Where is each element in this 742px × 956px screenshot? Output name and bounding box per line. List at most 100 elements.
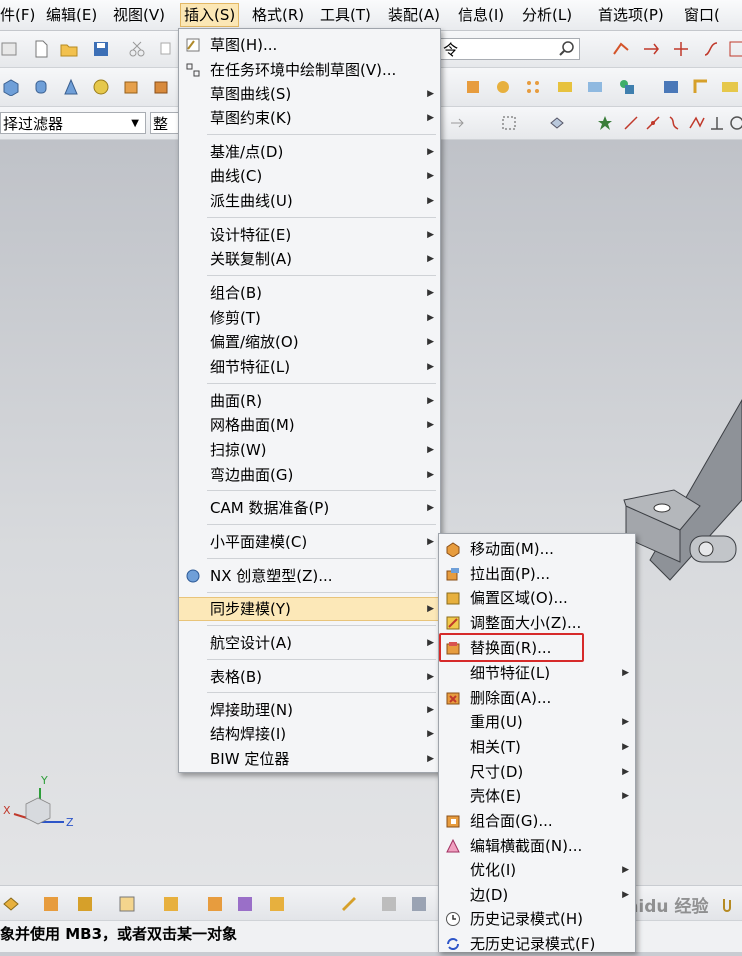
cone-icon[interactable]	[62, 78, 80, 96]
sync-item-move-face[interactable]: 移动面(M)...	[439, 537, 635, 561]
sync-item-shell[interactable]: 壳体(E) ▶	[439, 784, 635, 808]
sync-item-offset-region[interactable]: 偏置区域(O)...	[439, 586, 635, 610]
copy-icon[interactable]	[158, 40, 176, 58]
insert-menu-item-sketch-curve[interactable]: 草图曲线(S) ▶	[179, 82, 440, 106]
mirror-icon[interactable]	[556, 78, 574, 96]
insert-menu-item-synchronous-modeling[interactable]: 同步建模(Y) ▶	[179, 597, 440, 621]
insert-menu-item-facet-modeling[interactable]: 小平面建模(C) ▶	[179, 530, 440, 554]
boolean-icon[interactable]	[42, 895, 60, 913]
menu-tools[interactable]: 工具(T)	[320, 5, 371, 25]
insert-menu-item-biw-locator[interactable]: BIW 定位器 ▶	[179, 747, 440, 771]
snap-point-icon[interactable]	[596, 114, 614, 132]
menu-analysis[interactable]: 分析(L)	[522, 5, 572, 25]
selection-filter-select[interactable]: 择过滤器 ▼	[0, 112, 146, 134]
insert-menu-item-mesh-surface[interactable]: 网格曲面(M) ▶	[179, 413, 440, 437]
layer-icon[interactable]	[236, 895, 254, 913]
insert-menu-item-table[interactable]: 表格(B) ▶	[179, 665, 440, 689]
block-icon[interactable]	[2, 78, 20, 96]
insert-menu-item-aerospace-design[interactable]: 航空设计(A) ▶	[179, 631, 440, 655]
analysis-icon[interactable]	[380, 895, 398, 913]
sync-item-edit-cross-section[interactable]: 编辑横截面(N)...	[439, 834, 635, 858]
tube-icon[interactable]	[122, 78, 140, 96]
shape-icon[interactable]	[618, 78, 636, 96]
save-icon[interactable]	[92, 40, 110, 58]
insert-menu-item-structure-weld[interactable]: 结构焊接(I) ▶	[179, 722, 440, 746]
report-icon[interactable]	[410, 895, 428, 913]
curve-icon[interactable]	[642, 40, 660, 58]
insert-menu-item-detail-feature[interactable]: 细节特征(L) ▶	[179, 355, 440, 379]
pattern-icon[interactable]	[464, 78, 482, 96]
sync-item-dimension[interactable]: 尺寸(D) ▶	[439, 760, 635, 784]
menu-file[interactable]: 件(F)	[0, 5, 35, 25]
midpoint-icon[interactable]	[644, 114, 662, 132]
sync-item-reuse[interactable]: 重用(U) ▶	[439, 710, 635, 734]
menu-assembly[interactable]: 装配(A)	[388, 5, 440, 25]
endpoint-icon[interactable]	[622, 114, 640, 132]
fit-icon[interactable]	[728, 40, 742, 58]
insert-menu-item-offset-scale[interactable]: 偏置/缩放(O) ▶	[179, 330, 440, 354]
sphere-icon[interactable]	[92, 78, 110, 96]
sync-item-optimize[interactable]: 优化(I) ▶	[439, 858, 635, 882]
insert-menu-item-sweep[interactable]: 扫掠(W) ▶	[179, 438, 440, 462]
insert-menu-item-sketch-constraint[interactable]: 草图约束(K) ▶	[179, 106, 440, 130]
assembly-scope-select[interactable]: 整	[150, 112, 180, 134]
open-folder-icon[interactable]	[60, 40, 78, 58]
insert-menu-item-datum-point[interactable]: 基准/点(D) ▶	[179, 140, 440, 164]
insert-menu-item-trim[interactable]: 修剪(T) ▶	[179, 306, 440, 330]
insert-menu-item-combine[interactable]: 组合(B) ▶	[179, 281, 440, 305]
insert-menu-item-flange-surface[interactable]: 弯边曲面(G) ▶	[179, 463, 440, 487]
insert-menu-item-associative-copy[interactable]: 关联复制(A) ▶	[179, 247, 440, 271]
measure-icon[interactable]	[340, 895, 358, 913]
start-icon[interactable]	[0, 40, 18, 58]
menu-insert[interactable]: 插入(S)	[180, 3, 240, 27]
select-arrow-icon[interactable]	[448, 114, 466, 132]
extrude-icon[interactable]	[152, 78, 170, 96]
shading-icon[interactable]	[76, 895, 94, 913]
sync-item-group-face[interactable]: 组合面(G)...	[439, 809, 635, 833]
insert-menu-item-cam-data-prep[interactable]: CAM 数据准备(P) ▶	[179, 496, 440, 520]
sync-item-history-free-mode[interactable]: 无历史记录模式(F)	[439, 932, 635, 956]
menu-information[interactable]: 信息(I)	[458, 5, 504, 25]
perpendicular-icon[interactable]	[708, 114, 726, 132]
sync-item-pull-face[interactable]: 拉出面(P)...	[439, 562, 635, 586]
insert-menu-item-nx-realize-shape[interactable]: NX 创意塑型(Z)...	[179, 564, 440, 588]
hide-icon[interactable]	[206, 895, 224, 913]
menu-view[interactable]: 视图(V)	[113, 5, 165, 25]
search-icon[interactable]	[558, 40, 576, 58]
menu-format[interactable]: 格式(R)	[252, 5, 304, 25]
menu-preferences[interactable]: 首选项(P)	[598, 5, 664, 25]
intersection-icon[interactable]	[688, 114, 706, 132]
insert-menu-item-weld-assistant[interactable]: 焊接助理(N) ▶	[179, 698, 440, 722]
sheet-icon[interactable]	[692, 78, 710, 96]
wireframe-icon[interactable]	[118, 895, 136, 913]
insert-menu-item-sketch[interactable]: 草图(H)...	[179, 33, 440, 57]
book-icon[interactable]	[662, 78, 680, 96]
tangent-icon[interactable]	[666, 114, 684, 132]
rectangle-select-icon[interactable]	[500, 114, 518, 132]
clip-icon[interactable]	[718, 895, 736, 913]
cut-icon[interactable]	[128, 40, 146, 58]
menu-window[interactable]: 窗口(	[684, 5, 720, 25]
array-icon[interactable]	[524, 78, 542, 96]
sync-item-relate[interactable]: 相关(T) ▶	[439, 735, 635, 759]
sync-item-edge[interactable]: 边(D) ▶	[439, 883, 635, 907]
panel-icon[interactable]	[720, 78, 738, 96]
display-icon[interactable]	[268, 895, 286, 913]
insert-menu-item-derived-curve[interactable]: 派生曲线(U) ▶	[179, 189, 440, 213]
new-file-icon[interactable]	[32, 40, 50, 58]
cross-point-icon[interactable]	[672, 40, 690, 58]
view-icon[interactable]	[2, 895, 20, 913]
menu-edit[interactable]: 编辑(E)	[46, 5, 97, 25]
snap-icon[interactable]	[612, 40, 630, 58]
sync-item-resize-face[interactable]: 调整面大小(Z)...	[439, 611, 635, 635]
sync-item-detail-feature[interactable]: 细节特征(L) ▶	[439, 661, 635, 685]
thread-icon[interactable]	[494, 78, 512, 96]
face-select-icon[interactable]	[548, 114, 566, 132]
insert-menu-item-sketch-in-task[interactable]: 在任务环境中绘制草图(V)...	[179, 58, 440, 82]
insert-menu-item-design-feature[interactable]: 设计特征(E) ▶	[179, 223, 440, 247]
sync-item-delete-face[interactable]: 删除面(A)...	[439, 686, 635, 710]
spline-icon[interactable]	[702, 40, 720, 58]
section-icon[interactable]	[162, 895, 180, 913]
insert-menu-item-curve[interactable]: 曲线(C) ▶	[179, 164, 440, 188]
cylinder-icon[interactable]	[32, 78, 50, 96]
